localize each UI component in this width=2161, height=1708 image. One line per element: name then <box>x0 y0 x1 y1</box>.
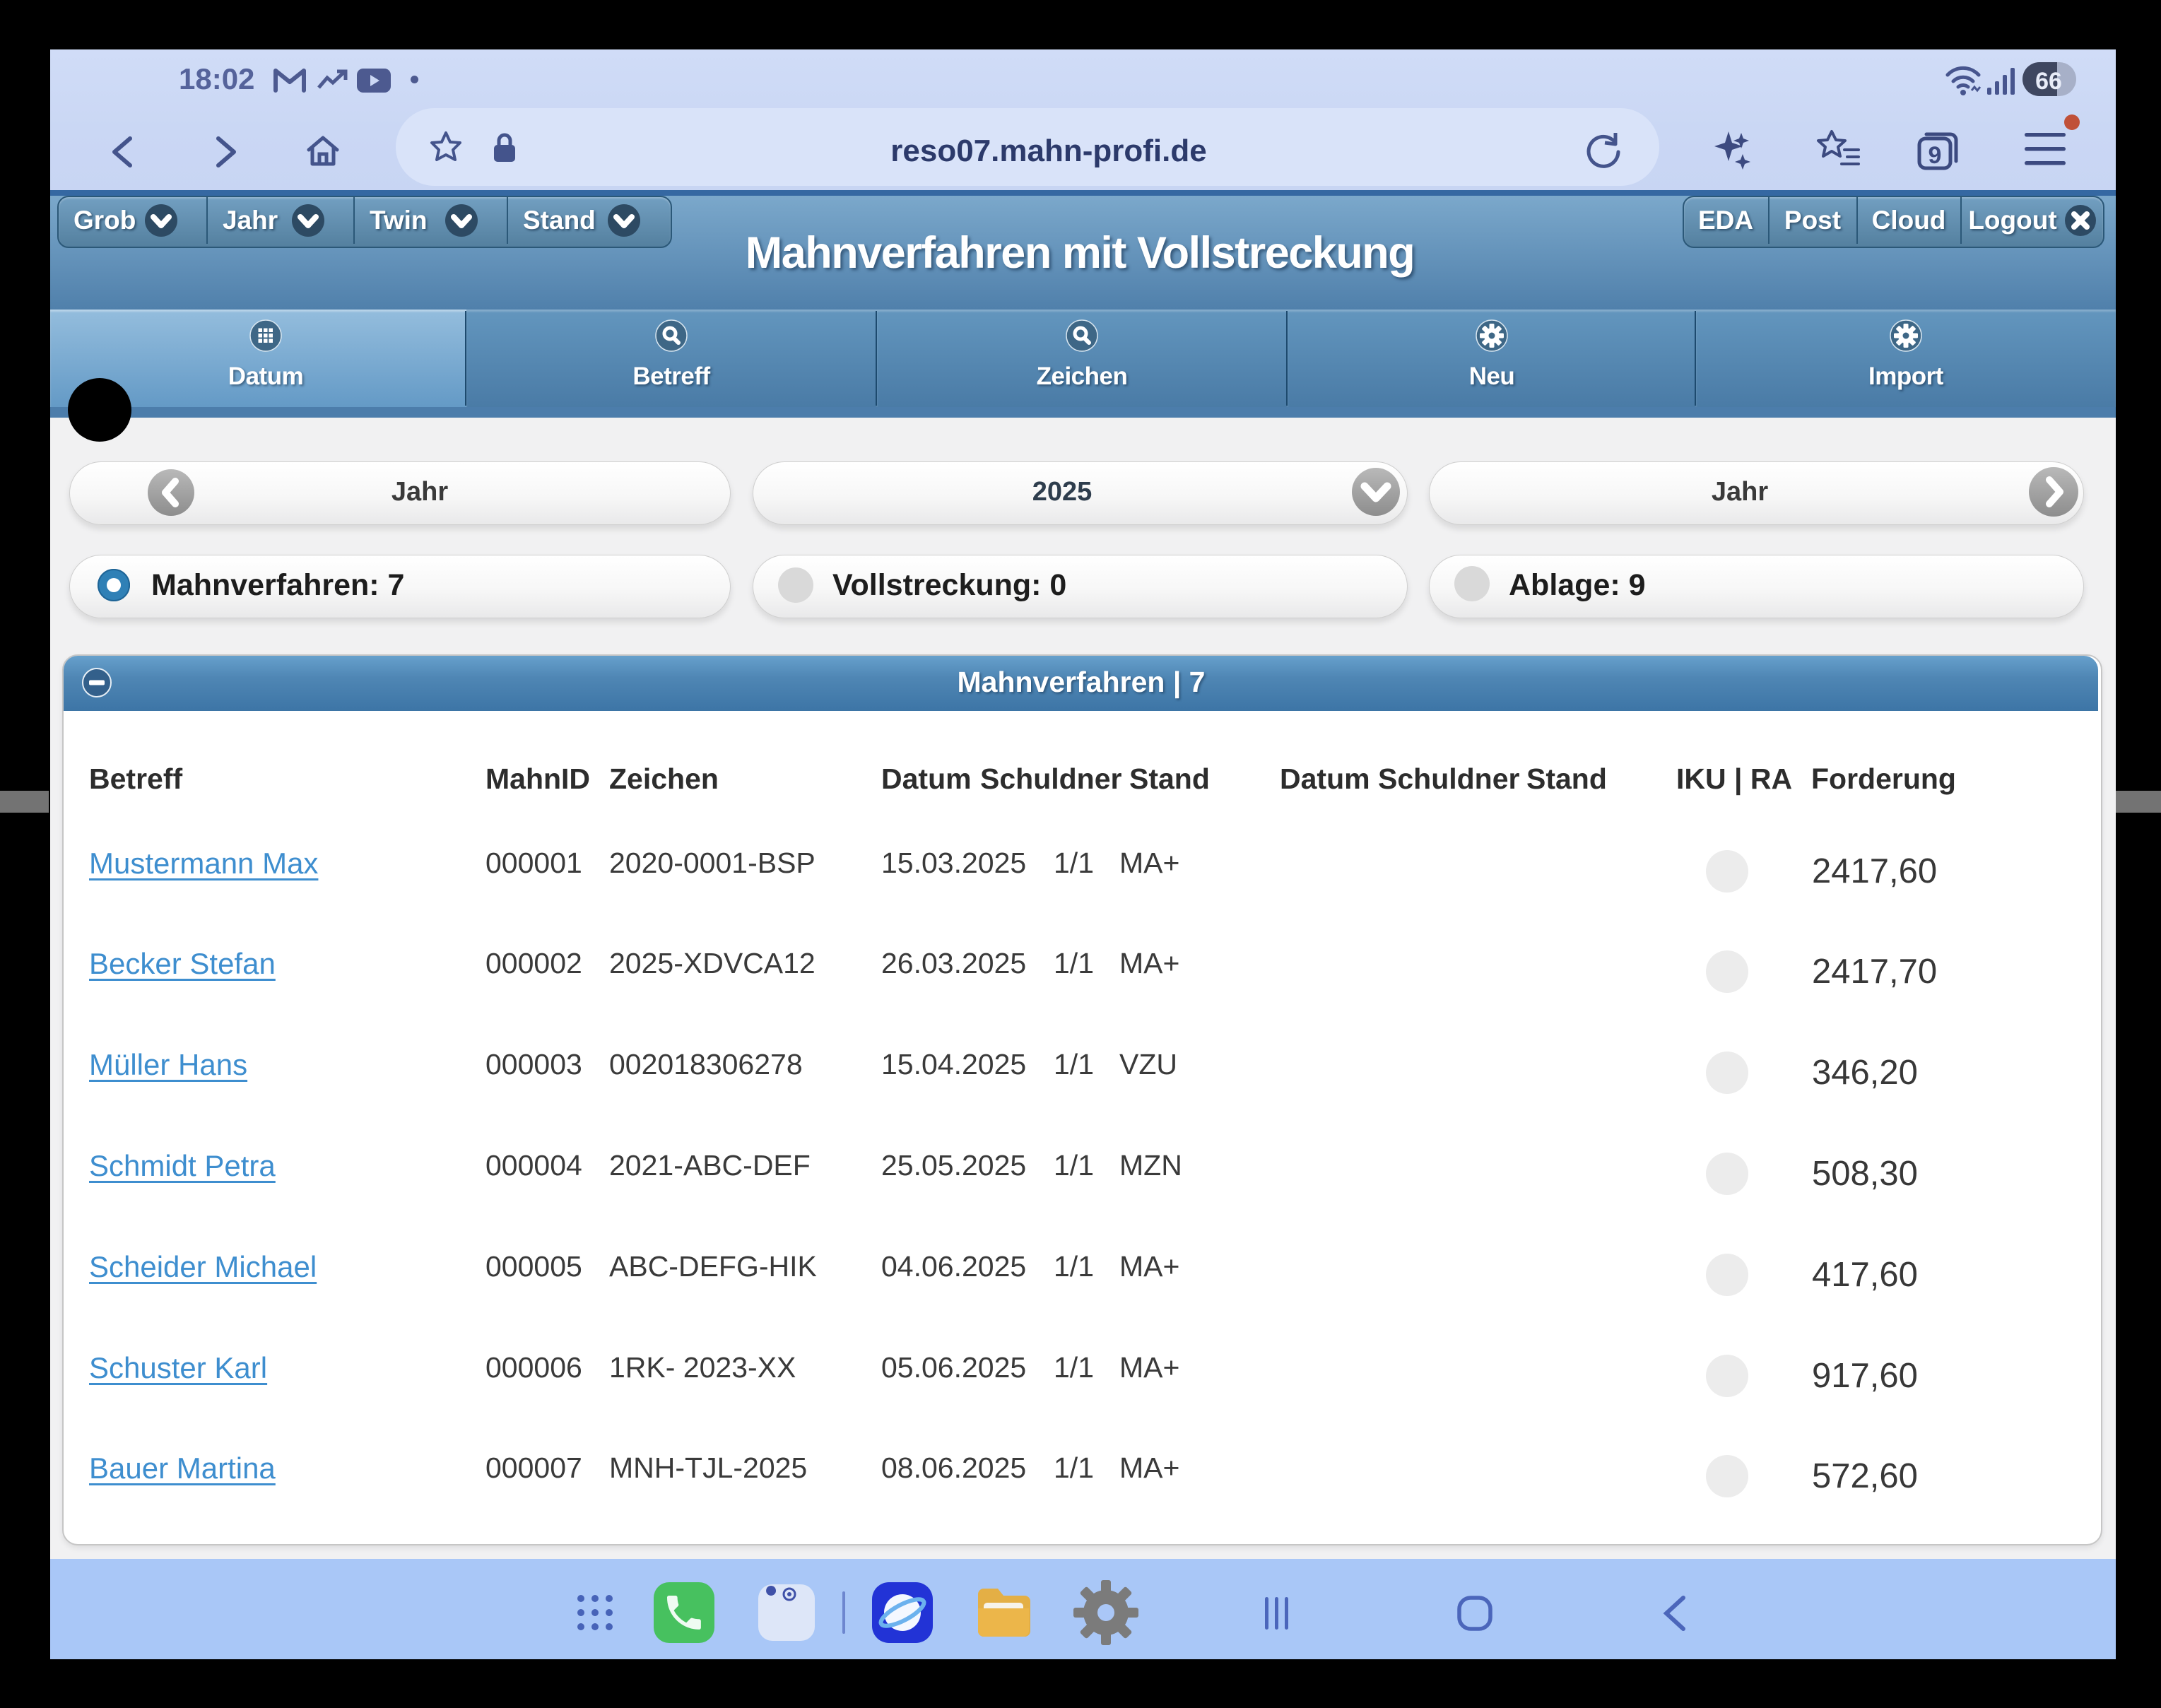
svg-text:66: 66 <box>2035 68 2062 95</box>
svg-text:9: 9 <box>1929 142 1942 169</box>
